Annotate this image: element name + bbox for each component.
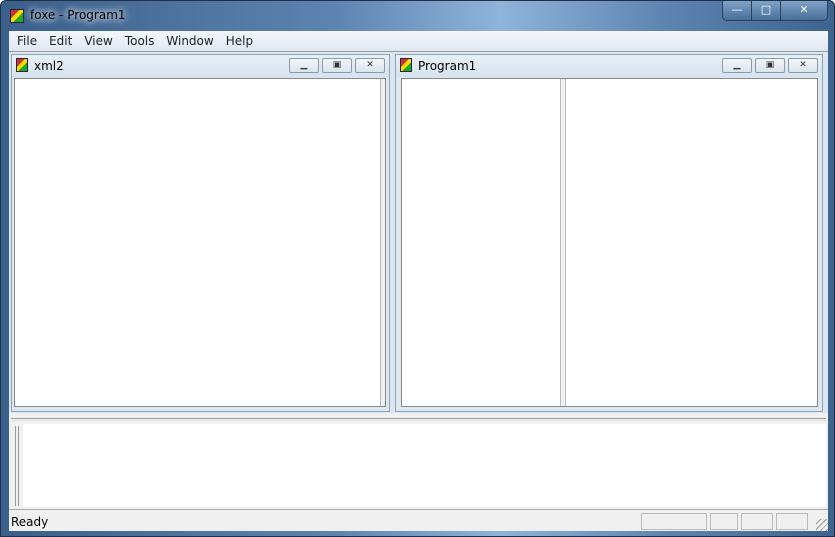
menu-edit[interactable]: Edit <box>43 31 78 51</box>
size-grip[interactable] <box>816 519 828 531</box>
menu-tools[interactable]: Tools <box>119 31 161 51</box>
maximize-button[interactable]: □ <box>752 1 781 20</box>
xml-editor[interactable] <box>14 78 386 407</box>
menu-view[interactable]: View <box>78 31 118 51</box>
status-pane <box>641 513 707 530</box>
client-area: File Edit View Tools Window Help xml2 ▁ … <box>9 31 828 531</box>
status-pane <box>776 513 808 530</box>
child-title-bar[interactable]: Program1 ▁ ▣ ✕ <box>396 55 822 77</box>
menu-window[interactable]: Window <box>160 31 219 51</box>
output-pane[interactable] <box>23 424 826 507</box>
pane-splitter[interactable] <box>560 79 566 406</box>
child-restore-button[interactable]: ▣ <box>755 58 785 73</box>
child-close-button[interactable]: ✕ <box>788 58 818 73</box>
child-window-program1: Program1 ▁ ▣ ✕ <box>395 54 823 412</box>
status-bar: Ready <box>9 509 828 531</box>
mdi-area: xml2 ▁ ▣ ✕ Program1 ▁ ▣ ✕ <box>9 51 828 413</box>
child-minimize-button[interactable]: ▁ <box>289 58 319 73</box>
menu-file[interactable]: File <box>11 31 43 51</box>
status-text: Ready <box>11 515 49 529</box>
child-title-bar[interactable]: xml2 ▁ ▣ ✕ <box>12 55 389 77</box>
scrollbar[interactable] <box>380 79 385 406</box>
app-window: foxe - Program1 — □ ✕ File Edit View Too… <box>0 0 835 537</box>
menu-bar: File Edit View Tools Window Help <box>9 31 828 51</box>
child-title: Program1 <box>418 59 477 73</box>
document-icon <box>400 58 412 72</box>
output-gripper[interactable] <box>15 426 19 506</box>
minimize-button[interactable]: — <box>723 1 752 20</box>
child-minimize-button[interactable]: ▁ <box>722 58 752 73</box>
close-button[interactable]: ✕ <box>781 1 827 20</box>
horizontal-splitter[interactable] <box>11 418 826 421</box>
app-icon <box>10 9 24 23</box>
program-view[interactable] <box>401 78 818 407</box>
status-pane <box>741 513 773 530</box>
child-restore-button[interactable]: ▣ <box>322 58 352 73</box>
title-bar[interactable]: foxe - Program1 — □ ✕ <box>1 1 835 31</box>
child-title: xml2 <box>34 59 64 73</box>
status-pane <box>710 513 738 530</box>
menu-help[interactable]: Help <box>220 31 259 51</box>
document-icon <box>16 58 28 72</box>
window-title: foxe - Program1 <box>30 8 126 22</box>
child-close-button[interactable]: ✕ <box>355 58 385 73</box>
child-window-xml2: xml2 ▁ ▣ ✕ <box>11 54 390 412</box>
